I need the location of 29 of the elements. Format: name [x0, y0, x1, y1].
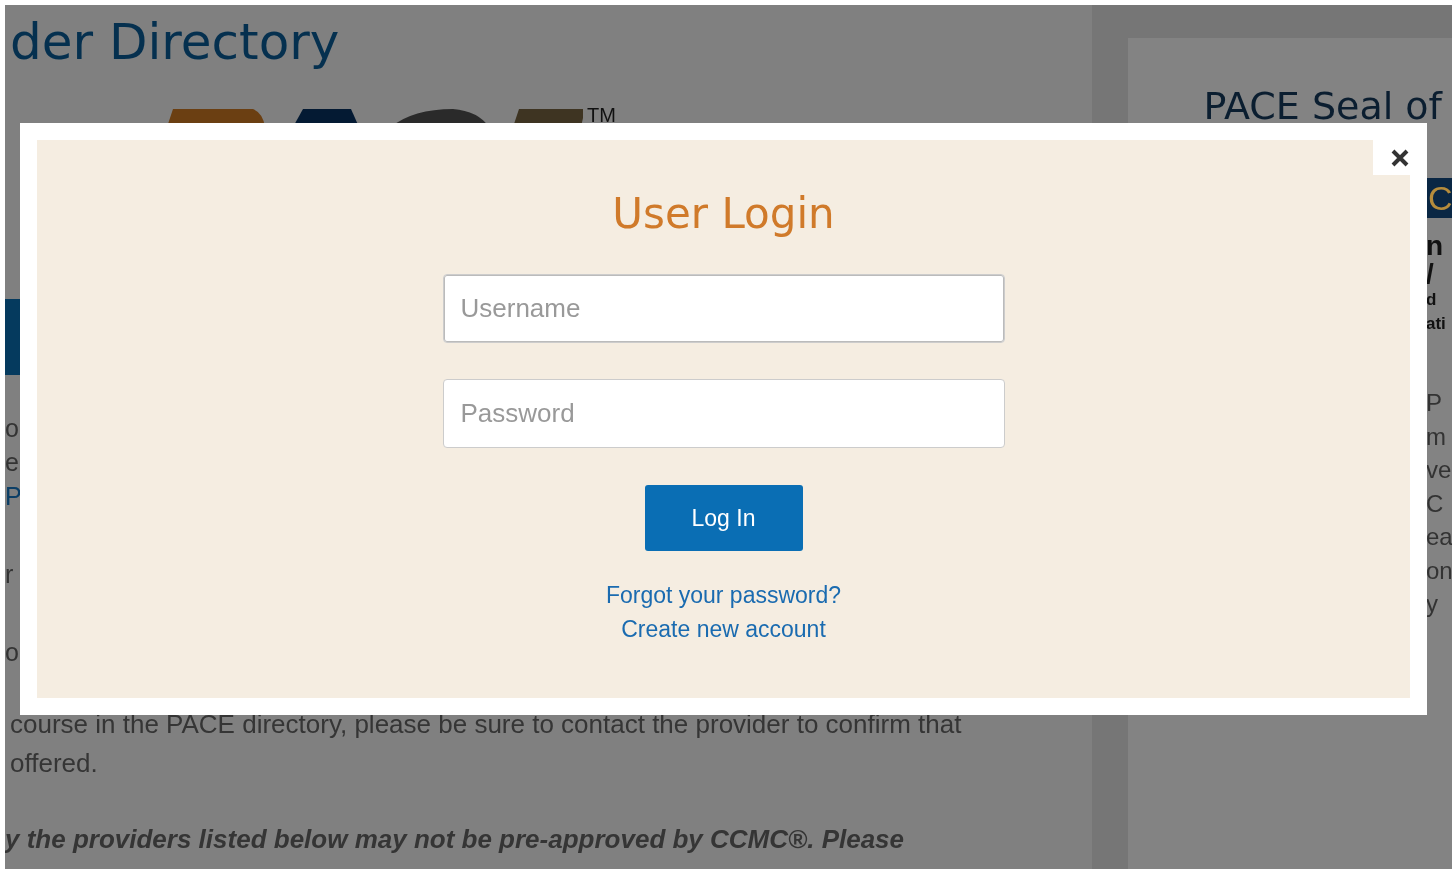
text-fragment: y — [1426, 589, 1439, 619]
text-fragment: n — [1426, 232, 1445, 260]
sidebar-title: PACE Seal of — [1203, 84, 1442, 128]
text-fragment: d — [1426, 289, 1438, 311]
text-fragment: on — [1426, 555, 1452, 586]
seal-banner: C — [1426, 178, 1452, 218]
username-field[interactable]: Username — [442, 274, 1005, 343]
page-heading: der Directory — [10, 13, 341, 71]
text-fragment: ati — [1426, 313, 1447, 335]
text-fragment: ve — [1426, 455, 1452, 485]
text-fragment: o — [5, 637, 20, 668]
dialog-title: User Login — [612, 188, 835, 240]
link[interactable]: Forgot your password? — [605, 578, 842, 612]
paragraph-line: course in the PACE directory, please be sure to contact the provider to confirm that — [10, 708, 963, 741]
text-fragment: e — [5, 447, 20, 478]
text-fragment: P — [1426, 388, 1443, 418]
paragraph-line: offered. — [10, 747, 99, 780]
text-fragment: / — [1426, 260, 1435, 288]
text-fragment: o — [5, 413, 20, 444]
text-fragment: r — [5, 559, 15, 590]
text-fragment: C — [1426, 488, 1445, 519]
close-icon — [1391, 148, 1409, 167]
password-field[interactable]: Password — [442, 379, 1005, 448]
login-button[interactable]: Log In — [644, 485, 803, 551]
text-link[interactable]: P — [5, 479, 21, 513]
text-fragment: m — [1426, 421, 1447, 452]
link[interactable]: Create new account — [621, 612, 826, 646]
trademark-mark: TM — [587, 105, 616, 125]
text-fragment: ea — [1426, 522, 1452, 552]
